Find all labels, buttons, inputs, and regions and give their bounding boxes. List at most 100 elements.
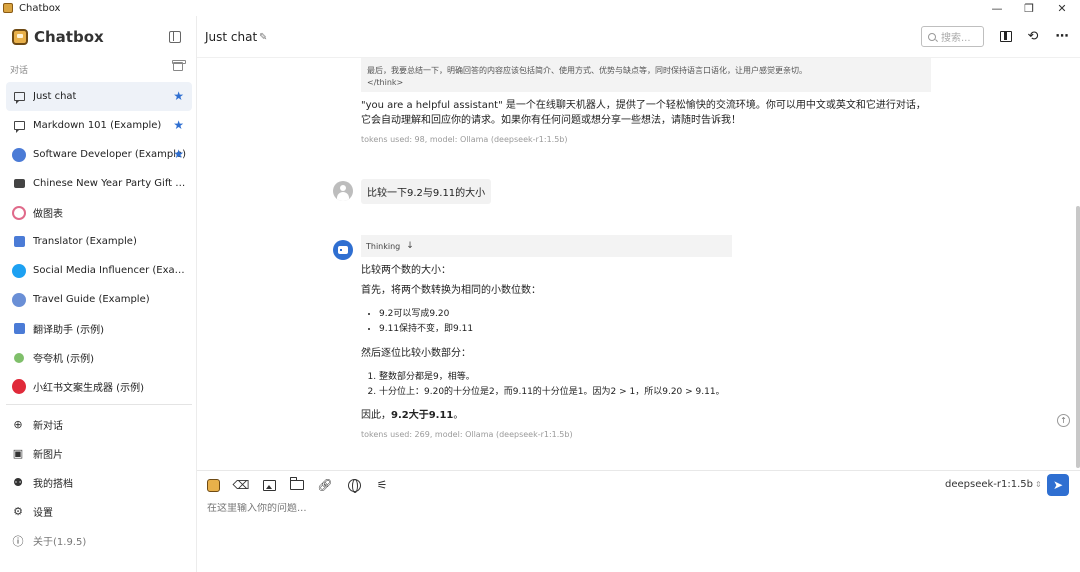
attach-link-button[interactable]: 🔗︎ [317,477,333,493]
thinking-label: Thinking [366,241,401,251]
twitter-avatar-icon [12,263,26,278]
answer-numbered-list: 整数部分都是9，相等。 十分位上：9.20的十分位是2，而9.11的十分位是1。… [369,370,725,400]
star-icon[interactable]: ★ [173,89,184,103]
conclusion-suffix: 。 [453,410,464,421]
folder-icon [290,477,304,490]
session-item[interactable]: Just chat ★ [6,82,192,111]
more-options-button[interactable]: ⋯ [1055,29,1069,44]
assistant-avatar [333,240,353,260]
settings-button[interactable]: ⚙ 设置 [6,497,192,526]
menu-label: 新对话 [33,421,63,432]
session-item[interactable]: Markdown 101 (Example) ★ [6,111,192,140]
copilot-button[interactable] [205,477,221,493]
thinking-toggle[interactable]: Thinking ↓ [361,235,732,257]
conclusion-prefix: 因此， [361,410,391,421]
session-label: 做图表 [33,209,63,220]
brand-name: Chatbox [34,28,104,46]
session-item[interactable]: Translator (Example) [6,227,192,256]
edit-title-icon[interactable]: ✎ [259,32,267,43]
star-icon[interactable]: ★ [173,118,184,132]
app-icon [3,3,13,13]
chatbox-logo-icon [12,29,28,45]
sidebar-divider [6,404,192,405]
praise-avatar-icon [12,351,26,365]
translate-avatar-icon [12,322,26,336]
session-item[interactable]: 夸夸机 (示例) [6,343,192,372]
attach-image-button[interactable] [261,477,277,493]
gift-avatar-icon [12,177,26,191]
send-button[interactable]: ➤ [1047,474,1069,496]
session-item[interactable]: Social Media Influencer (Example) [6,256,192,285]
section-label: 对话 [10,66,29,76]
robot-icon: ⚉ [13,476,23,489]
session-label: Markdown 101 (Example) [33,120,162,131]
session-label: Translator (Example) [33,236,137,247]
new-chat-button[interactable]: ⊕ 新对话 [6,410,192,439]
scrollbar-thumb[interactable] [1076,206,1080,468]
menu-label: 新图片 [33,450,63,461]
scroll-to-top-button[interactable]: ↑ [1057,414,1070,427]
clear-button[interactable]: ⌫ [232,477,250,493]
sidebar: Chatbox 对话 Just chat ★ Markdown 101 (Exa… [0,16,197,572]
list-item: 十分位上：9.20的十分位是2，而9.11的十分位是1。因为2 > 1，所以9.… [379,385,725,400]
maximize-button[interactable]: ❐ [1011,0,1047,16]
archive-icon[interactable] [172,60,186,71]
translator-avatar-icon [12,235,26,249]
chat-bubble-icon [12,119,26,133]
message-meta: tokens used: 269, model: Ollama (deepsee… [361,430,573,439]
session-item[interactable]: 做图表 [6,198,192,227]
brand: Chatbox [12,28,104,46]
chat-bubble-icon [12,90,26,104]
session-item[interactable]: Chinese New Year Party Gift Exc... [6,169,192,198]
session-label: Just chat [33,91,77,102]
answer-conclusion: 因此，9.2大于9.11。 [361,408,463,423]
search-button[interactable]: 搜索... [921,26,984,47]
session-item[interactable]: 小红书文案生成器 (示例) [6,372,192,401]
gear-icon: ⚙ [13,505,23,518]
model-selector[interactable]: deepseek-r1:1.5b ⇕ [945,479,1042,490]
search-icon [928,32,936,41]
chart-avatar-icon [12,205,26,220]
about-button[interactable]: ⓘ 关于(1.9.5) [6,526,192,555]
collapse-sidebar-icon[interactable] [169,31,181,43]
panel-icon [1000,30,1012,42]
think-close-tag: </think> [367,78,404,87]
session-label: Chinese New Year Party Gift Exc... [33,178,189,189]
model-name: deepseek-r1:1.5b [945,479,1034,490]
chat-title: Just chat [205,30,258,44]
answer-bullet-list: 9.2可以写成9.20 9.11保持不变，即9.11 [369,307,473,337]
think-text: 最后，我要总结一下，明确回答的内容应该包括简介、使用方式、优势与缺点等，同时保持… [367,66,807,75]
history-icon: ⟲ [1027,28,1039,44]
search-placeholder: 搜索... [941,33,971,44]
my-copilots-button[interactable]: ⚉ 我的搭档 [6,468,192,497]
answer-heading: 比较两个数的大小： [361,265,451,276]
image-icon: ▣ [12,447,24,460]
session-item[interactable]: Software Developer (Example) ★ [6,140,192,169]
arrow-up-icon: ↑ [1060,416,1067,425]
minimize-button[interactable]: — [979,0,1015,16]
plus-circle-icon: ⊕ [13,418,23,431]
window-titlebar: Chatbox — ❐ ✕ [0,0,1080,16]
model-settings-button[interactable]: ⚟ [374,477,390,493]
toggle-panel-button[interactable] [999,29,1013,43]
session-label: Software Developer (Example) [33,149,187,160]
menu-label: 关于(1.9.5) [33,537,87,548]
session-label: Travel Guide (Example) [33,294,150,305]
message-list: 最后，我要总结一下，明确回答的内容应该包括简介、使用方式、优势与缺点等，同时保持… [197,58,1080,470]
web-search-button[interactable] [346,477,362,493]
session-item[interactable]: 翻译助手 (示例) [6,314,192,343]
attach-file-button[interactable] [289,477,305,493]
close-window-button[interactable]: ✕ [1044,0,1080,16]
image-icon [262,479,276,491]
window-title: Chatbox [19,2,61,14]
message-input[interactable] [207,503,1067,514]
new-image-button[interactable]: ▣ 新图片 [6,439,192,468]
session-item[interactable]: Travel Guide (Example) [6,285,192,314]
previous-think-block: 最后，我要总结一下，明确回答的内容应该包括简介、使用方式、优势与缺点等，同时保持… [361,58,931,92]
assistant-answer: "you are a helpful assistant" 是一个在线聊天机器人… [361,100,926,126]
history-button[interactable]: ⟲ [1026,28,1040,44]
star-icon[interactable]: ★ [173,147,184,161]
eraser-icon: ⌫ [232,478,250,492]
session-label: 夸夸机 (示例) [33,354,94,365]
list-item: 9.2可以写成9.20 [379,307,473,322]
